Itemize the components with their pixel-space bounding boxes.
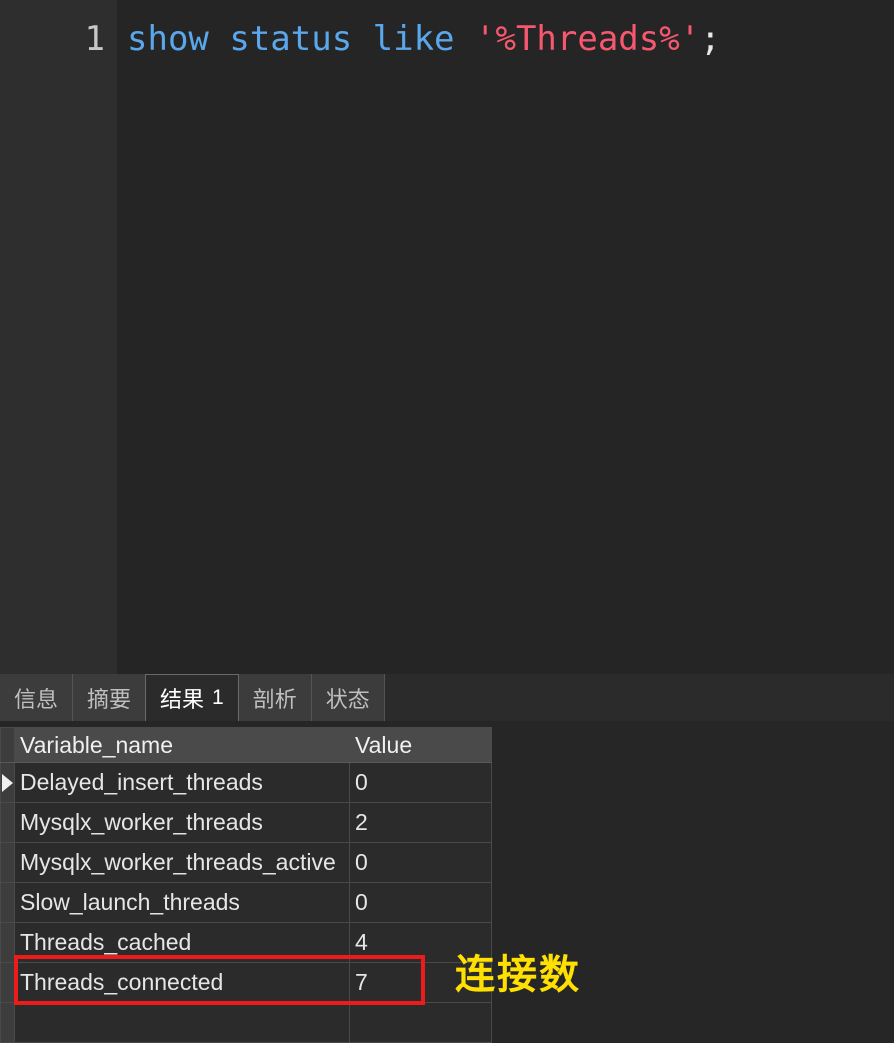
row-selector-cell[interactable] <box>0 882 15 923</box>
row-selector-cell <box>0 1002 15 1043</box>
column-header-value[interactable]: Value <box>349 727 492 763</box>
cell-variable-name[interactable]: Delayed_insert_threads <box>14 762 350 803</box>
cell-value[interactable]: 2 <box>349 802 492 843</box>
cell-variable-name[interactable]: Threads_cached <box>14 922 350 963</box>
cell-variable-name <box>14 1002 350 1043</box>
result-panel: 信息 摘要 结果 1 剖析 状态 Variable_name Value Del… <box>0 674 894 1043</box>
tab-profile[interactable]: 剖析 <box>238 674 312 721</box>
header-gutter-cell <box>0 727 15 763</box>
cell-variable-name[interactable]: Threads_connected <box>14 962 350 1003</box>
result-tab-bar: 信息 摘要 结果 1 剖析 状态 <box>0 674 894 721</box>
sql-keyword-token: show status like <box>127 19 455 59</box>
line-number: 1 <box>84 19 105 59</box>
sql-editor[interactable]: 1 show status like '%Threads%'; <box>0 0 894 674</box>
cell-variable-name[interactable]: Mysqlx_worker_threads <box>14 802 350 843</box>
table-row[interactable]: Delayed_insert_threads 0 <box>0 762 492 803</box>
cell-value[interactable]: 0 <box>349 842 492 883</box>
tab-info-label: 信息 <box>14 686 59 712</box>
sql-semicolon-token: ; <box>700 19 721 59</box>
tab-bar-filler <box>384 674 894 721</box>
result-grid-header: Variable_name Value <box>0 727 492 763</box>
cell-value[interactable]: 0 <box>349 882 492 923</box>
row-selector-cell[interactable] <box>0 962 15 1003</box>
row-selector-cell[interactable] <box>0 762 15 803</box>
tab-result-count: 1 <box>212 686 224 709</box>
table-row[interactable]: Threads_cached 4 <box>0 922 492 963</box>
column-header-variable-name[interactable]: Variable_name <box>14 727 350 763</box>
cell-value <box>349 1002 492 1043</box>
sql-space-token <box>455 19 475 59</box>
table-row[interactable]: Mysqlx_worker_threads_active 0 <box>0 842 492 883</box>
cell-variable-name[interactable]: Slow_launch_threads <box>14 882 350 923</box>
table-row[interactable]: Mysqlx_worker_threads 2 <box>0 802 492 843</box>
sql-string-token: '%Threads%' <box>475 19 701 59</box>
tab-summary-label: 摘要 <box>87 686 132 712</box>
tab-status-label: 状态 <box>325 686 370 712</box>
cell-variable-name[interactable]: Mysqlx_worker_threads_active <box>14 842 350 883</box>
tab-profile-label: 剖析 <box>252 686 297 712</box>
tab-info[interactable]: 信息 <box>0 674 74 721</box>
row-selector-cell[interactable] <box>0 922 15 963</box>
row-selector-cell[interactable] <box>0 802 15 843</box>
annotation-note-text: 连接数 <box>455 952 581 998</box>
tab-result[interactable]: 结果 1 <box>145 674 239 721</box>
header-row: Variable_name Value <box>0 727 492 763</box>
tab-status[interactable]: 状态 <box>311 674 385 721</box>
app-window: 1 show status like '%Threads%'; 信息 摘要 结果… <box>0 0 894 1043</box>
row-selector-cell[interactable] <box>0 842 15 883</box>
cell-value[interactable]: 0 <box>349 762 492 803</box>
editor-line-number-gutter: 1 <box>0 0 117 674</box>
result-grid[interactable]: Variable_name Value Delayed_insert_threa… <box>0 727 492 1043</box>
result-grid-container[interactable]: Variable_name Value Delayed_insert_threa… <box>0 727 894 1043</box>
result-grid-body: Delayed_insert_threads 0 Mysqlx_worker_t… <box>0 762 492 1043</box>
editor-code-area[interactable]: show status like '%Threads%'; <box>117 0 894 674</box>
row-selector-arrow-icon <box>2 773 13 792</box>
table-row[interactable]: Threads_connected 7 <box>0 962 492 1003</box>
grid-empty-tail-row <box>0 1002 492 1043</box>
tab-summary[interactable]: 摘要 <box>73 674 147 721</box>
tab-result-label: 结果 <box>160 687 205 712</box>
table-row[interactable]: Slow_launch_threads 0 <box>0 882 492 923</box>
